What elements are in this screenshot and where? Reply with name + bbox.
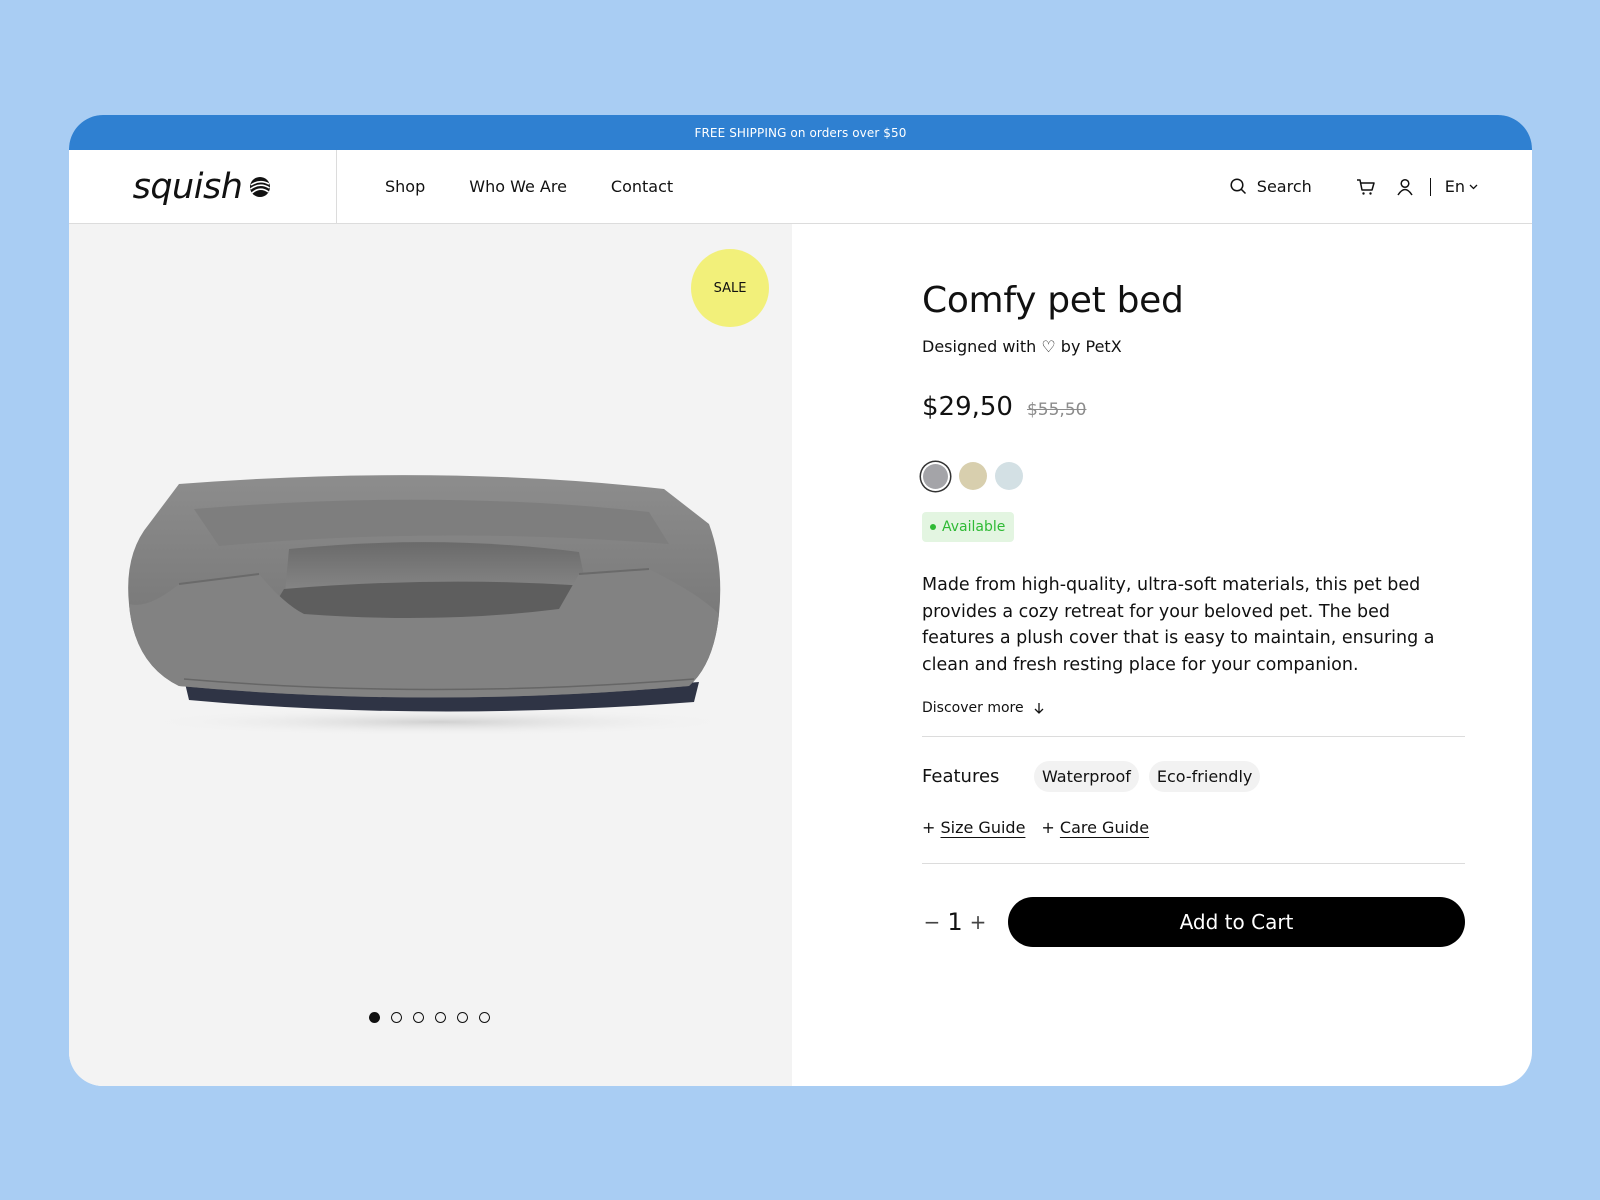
carousel-dots	[369, 1012, 490, 1023]
size-guide-link[interactable]: + Size Guide	[922, 818, 1025, 837]
availability-badge: Available	[922, 512, 1015, 542]
features-row: Features Waterproof Eco-friendly	[922, 761, 1476, 792]
increase-quantity-button[interactable]: +	[968, 910, 988, 934]
language-selector[interactable]: En	[1445, 177, 1478, 196]
designer-credit: Designed with ♡ by PetX	[922, 337, 1122, 356]
care-guide-link[interactable]: + Care Guide	[1041, 818, 1149, 837]
main-nav: Shop Who We Are Contact	[385, 177, 673, 196]
browser-window: FREE SHIPPING on orders over $50 squish …	[69, 115, 1532, 1086]
nav-actions: Search En	[1230, 150, 1478, 223]
discover-more-label: Discover more	[922, 700, 1024, 716]
sale-price: $29,50	[922, 392, 1013, 422]
account-button[interactable]	[1396, 178, 1414, 196]
decrease-quantity-button[interactable]: −	[922, 910, 942, 934]
status-dot-icon	[930, 524, 936, 530]
logo-text: squish	[132, 166, 243, 207]
pet-bed-image[interactable]	[109, 464, 749, 734]
care-guide-label: Care Guide	[1059, 818, 1150, 837]
nav-link-contact[interactable]: Contact	[611, 177, 673, 196]
chevron-down-icon	[1469, 184, 1478, 189]
product-title: Comfy pet bed	[922, 280, 1184, 321]
feature-chip-waterproof[interactable]: Waterproof	[1034, 761, 1139, 792]
discover-more-link[interactable]: Discover more	[922, 700, 1476, 716]
divider	[922, 863, 1465, 864]
carousel-dot[interactable]	[391, 1012, 402, 1023]
search-label: Search	[1256, 177, 1312, 196]
purchase-row: − 1 + Add to Cart	[922, 897, 1476, 947]
sale-badge: SALE	[691, 249, 769, 327]
nav-link-shop[interactable]: Shop	[385, 177, 425, 196]
availability-label: Available	[942, 519, 1006, 535]
product-description: Made from high-quality, ultra-soft mater…	[922, 575, 1435, 675]
guide-links: + Size Guide + Care Guide	[922, 818, 1476, 837]
logo[interactable]: squish	[69, 150, 337, 223]
carousel-dot[interactable]	[457, 1012, 468, 1023]
navbar: squish Shop Who We Are Contact Search En	[69, 150, 1532, 224]
price-row: $29,50 $55,50	[922, 392, 1476, 422]
cart-icon	[1356, 178, 1375, 195]
cart-button[interactable]	[1356, 178, 1376, 196]
product-gallery: SALE	[69, 224, 792, 1086]
language-label: En	[1444, 177, 1465, 196]
feature-chip-eco-friendly[interactable]: Eco-friendly	[1148, 761, 1261, 792]
promo-text: FREE SHIPPING on orders over $50	[694, 125, 907, 140]
carousel-dot[interactable]	[435, 1012, 446, 1023]
carousel-dot[interactable]	[479, 1012, 490, 1023]
feature-chips: Waterproof Eco-friendly	[1034, 761, 1261, 792]
product-details: Comfy pet bed Designed with ♡ by PetX $2…	[792, 224, 1532, 1086]
divider	[922, 736, 1465, 737]
arrow-down-icon	[1034, 703, 1044, 714]
product-page: SALE Comfy pet bed Designed with ♡ by Pe…	[69, 224, 1532, 1086]
color-swatches	[922, 462, 1476, 490]
quantity-stepper: − 1 +	[922, 908, 1008, 936]
carousel-dot[interactable]	[413, 1012, 424, 1023]
search-icon	[1230, 178, 1246, 195]
quantity-value[interactable]: 1	[942, 908, 968, 936]
user-icon	[1397, 178, 1413, 195]
nav-link-who-we-are[interactable]: Who We Are	[469, 177, 567, 196]
features-label: Features	[922, 766, 1000, 787]
search-button[interactable]: Search	[1230, 177, 1312, 196]
color-swatch[interactable]	[995, 462, 1023, 490]
color-swatch[interactable]	[959, 462, 987, 490]
original-price: $55,50	[1026, 400, 1087, 420]
carousel-dot[interactable]	[369, 1012, 380, 1023]
color-swatch[interactable]	[923, 463, 948, 489]
logo-swirl-icon	[250, 176, 271, 197]
sale-badge-label: SALE	[713, 280, 747, 296]
add-to-cart-button[interactable]: Add to Cart	[1008, 897, 1465, 947]
promo-bar: FREE SHIPPING on orders over $50	[69, 115, 1532, 150]
nav-divider	[1429, 177, 1431, 196]
size-guide-label: Size Guide	[940, 818, 1026, 837]
